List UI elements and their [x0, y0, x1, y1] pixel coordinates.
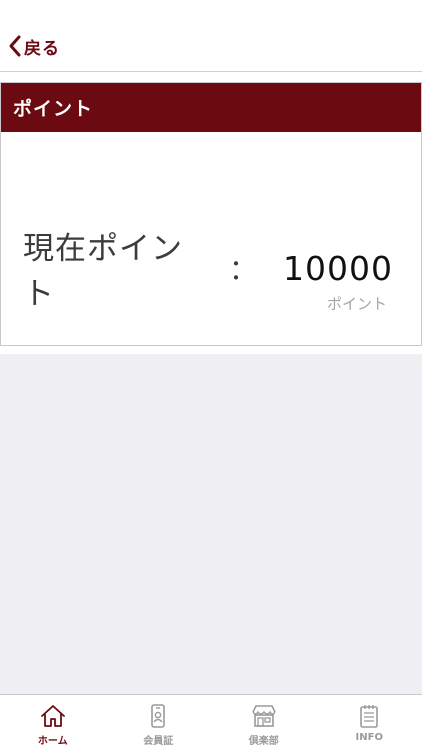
tab-club[interactable]: 倶楽部 — [211, 695, 317, 750]
tab-info-label: INFO — [355, 732, 383, 743]
tab-club-label: 倶楽部 — [248, 736, 279, 747]
points-separator: ： — [229, 253, 258, 286]
home-icon — [39, 703, 67, 729]
current-points-value: 10000 — [283, 248, 393, 288]
points-card: ポイント 現在ポイント ： 10000 ポイント — [0, 82, 422, 346]
chevron-left-icon — [8, 34, 22, 58]
store-icon — [250, 703, 278, 729]
back-button[interactable]: 戻る — [8, 30, 60, 62]
tab-info[interactable]: INFO — [317, 695, 422, 750]
points-section: ポイント 現在ポイント ： 10000 ポイント — [0, 72, 422, 354]
tab-bar: ホーム 会員証 倶楽部 INFO — [0, 694, 422, 750]
points-unit: ポイント — [326, 295, 387, 313]
navigation-bar: 戻る — [0, 0, 422, 72]
app-screen: 戻る ポイント 現在ポイント ： 10000 ポイント ホーム 会員証 倶楽部 … — [0, 0, 422, 750]
member-card-icon — [144, 703, 172, 729]
current-points-label: 現在ポイント — [23, 231, 183, 312]
tab-home-label: ホーム — [37, 736, 68, 747]
tab-member-card-label: 会員証 — [143, 736, 174, 747]
card-title: ポイント — [1, 83, 421, 132]
tab-member-card[interactable]: 会員証 — [106, 695, 212, 750]
notepad-icon — [355, 703, 383, 729]
empty-content-area — [0, 354, 422, 694]
back-label: 戻る — [24, 38, 60, 59]
tab-home[interactable]: ホーム — [0, 695, 106, 750]
